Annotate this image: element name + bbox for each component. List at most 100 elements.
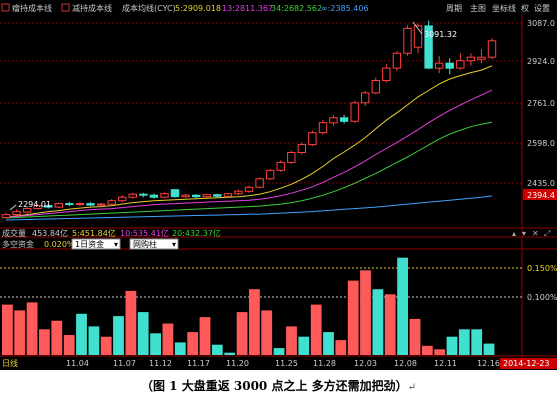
- fund-bar: [446, 336, 458, 355]
- fund-bar: [310, 304, 322, 355]
- expand-icon[interactable]: ⤢: [543, 229, 550, 238]
- candle-body: [403, 27, 412, 54]
- fund-bar: [236, 312, 248, 355]
- checkbox-icon[interactable]: [61, 3, 70, 12]
- toolbar-item[interactable]: 成本均线(CYC): [122, 3, 176, 13]
- candle-body: [445, 62, 454, 69]
- volume-ma5: 5:451.84亿: [72, 228, 116, 238]
- candle-body: [223, 193, 233, 197]
- volume-label: 成交量: [2, 228, 26, 238]
- arrow-down-icon[interactable]: ▾: [522, 229, 526, 238]
- candle-body: [139, 193, 148, 196]
- indicator-header: 多空资金 0.020% 1日资金 ▾ 网购柱 ▾: [2, 238, 179, 250]
- candle-body: [202, 194, 211, 198]
- candle-body: [54, 203, 63, 208]
- candle-body: [477, 56, 486, 60]
- candle-body: [392, 52, 402, 69]
- caption-text: （图 1 大盘重返 3000 点之上 多方还需加把劲）: [140, 379, 408, 393]
- candle-body: [192, 194, 201, 198]
- candle-body: [265, 169, 275, 180]
- ma-value: 5:2909.018: [175, 4, 221, 13]
- date-tick: 11.17: [187, 359, 210, 368]
- volume-ma10: 10:535.41亿: [120, 228, 169, 238]
- date-tick: 12.16: [477, 359, 500, 368]
- candle-body: [96, 203, 106, 206]
- candle-body: [181, 194, 190, 198]
- indicator-value: 0.020%: [44, 240, 75, 249]
- candle-body: [287, 152, 296, 163]
- fund-bar: [113, 316, 124, 355]
- fund-bar: [26, 302, 38, 355]
- candle-body: [350, 102, 359, 122]
- fund-bar: [298, 336, 310, 355]
- rights-button[interactable]: 权: [521, 3, 529, 13]
- settings-button[interactable]: 设置: [534, 3, 550, 13]
- fund-bar: [384, 294, 396, 355]
- fund-bar: [471, 329, 483, 356]
- checkbox-icon[interactable]: [1, 3, 10, 12]
- close-icon[interactable]: ✕: [532, 229, 539, 238]
- fund-bar: [150, 333, 161, 355]
- candle-body: [170, 189, 180, 198]
- arrow-up-icon[interactable]: ▴: [512, 229, 516, 238]
- date-tick: 12.08: [394, 359, 417, 368]
- fund-bar: [434, 349, 446, 355]
- date-tick: 11.20: [226, 359, 249, 368]
- chart-svg[interactable]: 瘤持成本线 减持成本线 成本均线(CYC) 5:2909.018 13:2811…: [0, 0, 557, 370]
- fund-bar: [360, 270, 371, 355]
- candle-body: [329, 117, 338, 124]
- fund-period-value: 1日资金: [75, 239, 104, 249]
- chevron-down-icon: ▾: [114, 240, 118, 249]
- date-tick: 12.03: [354, 359, 377, 368]
- candle-body: [244, 186, 254, 192]
- figure-caption: （图 1 大盘重返 3000 点之上 多方还需加把劲）↵: [0, 377, 557, 394]
- high-label: 3091.32: [424, 30, 457, 39]
- fund-bar: [261, 310, 273, 355]
- current-price: 2394.4: [527, 191, 555, 200]
- ma-line-0: [5, 65, 493, 218]
- fund-bar: [397, 257, 408, 355]
- fund-bar: [63, 335, 75, 355]
- fund-bar: [273, 348, 285, 355]
- price-axis: 3087.0 2924.0 2761.0 2598.0 2435.0 2394.…: [523, 19, 557, 200]
- price-tick: 2598.0: [527, 139, 555, 148]
- candle-body: [308, 132, 317, 146]
- candle-body: [297, 144, 307, 154]
- period-button[interactable]: 周期: [446, 4, 462, 13]
- price-tick: 2435.0: [527, 179, 555, 188]
- volume-ma20: 20:432.37亿: [172, 228, 221, 238]
- fund-bar: [39, 329, 50, 356]
- candle-body: [487, 40, 497, 58]
- fund-bar: [125, 290, 137, 355]
- period-label[interactable]: 日线: [2, 358, 18, 368]
- candle-body: [318, 122, 328, 134]
- date-tick: 11.04: [66, 359, 89, 368]
- toolbar-item[interactable]: 减持成本线: [72, 3, 112, 13]
- fund-bar: [347, 280, 359, 355]
- fund-bar: [372, 289, 384, 355]
- price-tick: 3087.0: [527, 19, 555, 28]
- fund-bar: [335, 340, 347, 355]
- fund-bar: [14, 310, 26, 355]
- fund-bar: [323, 332, 334, 355]
- level-label: 0.100%: [527, 293, 557, 302]
- fund-bar: [76, 313, 87, 355]
- volume-header: 成交量 453.84亿 5:451.84亿 10:535.41亿 20:432.…: [2, 228, 221, 238]
- candle-body: [276, 161, 285, 171]
- indicator-label: 多空资金: [2, 239, 34, 249]
- fund-bar: [458, 329, 470, 356]
- main-chart-button[interactable]: 主图: [470, 3, 486, 13]
- fund-bar: [162, 323, 174, 355]
- candle-body: [234, 190, 243, 195]
- toolbar-item[interactable]: 瘤持成本线: [12, 3, 52, 13]
- date-tick: 11.28: [313, 359, 336, 368]
- gridline-button[interactable]: 坐标线: [492, 3, 516, 13]
- candle-body: [128, 193, 138, 198]
- fund-bar: [100, 336, 112, 355]
- fund-bar: [286, 326, 297, 355]
- candle-body: [361, 92, 370, 104]
- candle-body: [255, 178, 264, 188]
- bar-type-value: 网购柱: [133, 239, 157, 249]
- fund-bar: [211, 344, 223, 355]
- fund-bar: [2, 304, 13, 355]
